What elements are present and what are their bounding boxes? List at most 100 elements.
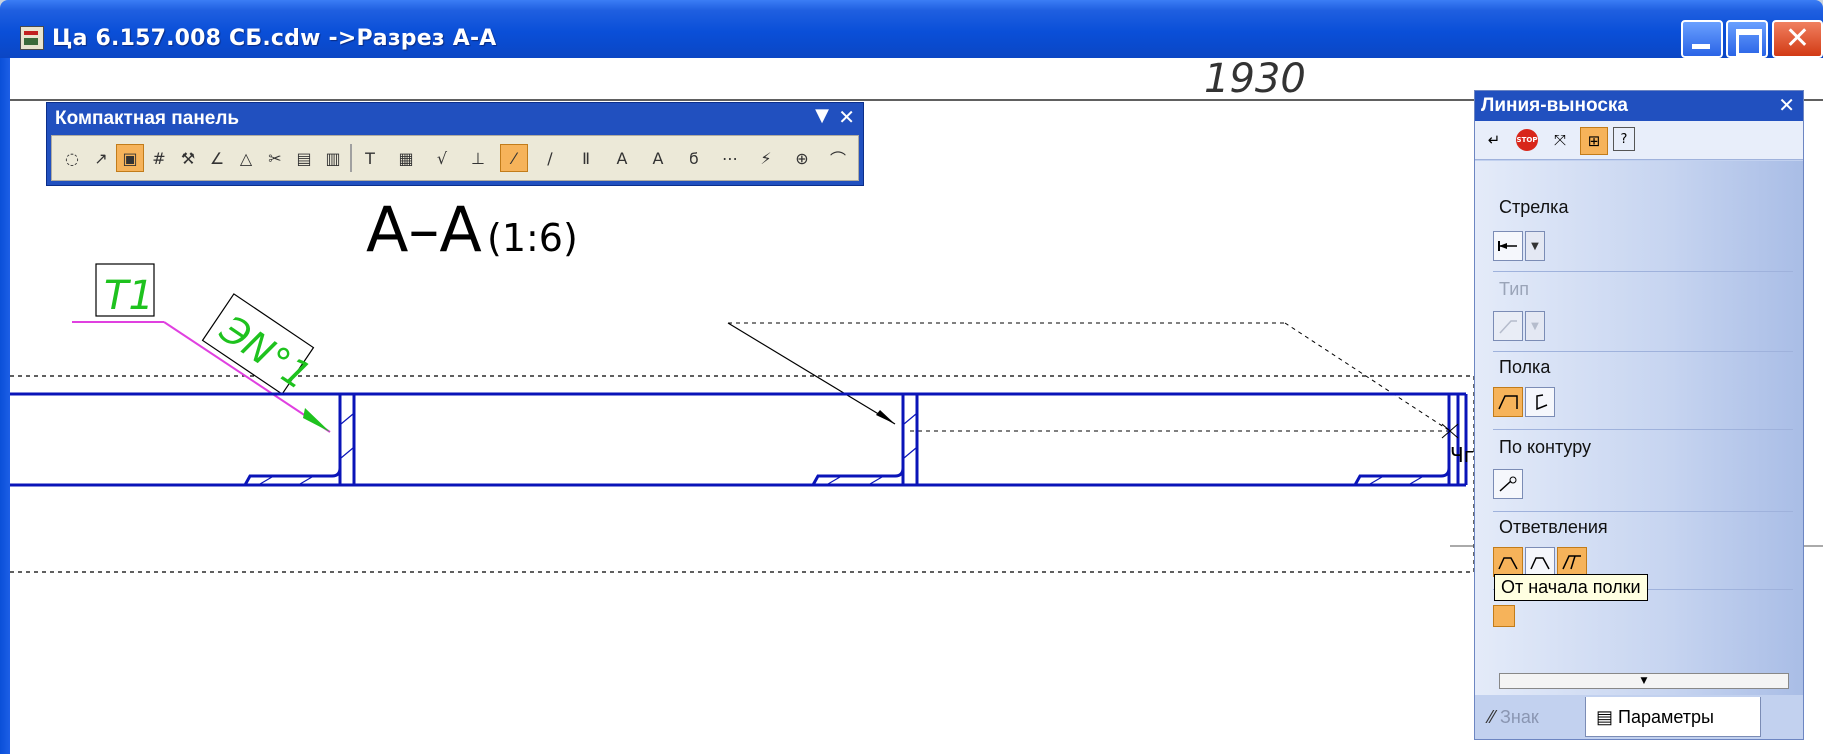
tab-sign-label: Знак bbox=[1500, 707, 1539, 727]
branches-label: Ответвления bbox=[1499, 517, 1608, 537]
roughness-icon[interactable]: √ bbox=[428, 144, 456, 172]
shelf-start-button[interactable] bbox=[1493, 605, 1515, 627]
text-icon[interactable]: T bbox=[356, 144, 384, 172]
parameters-tab-icon: ▤ bbox=[1596, 707, 1619, 727]
compact-panel-title: Компактная панель bbox=[55, 108, 240, 129]
tab-sign[interactable]: ⁄⁄ Знак bbox=[1479, 697, 1583, 737]
branch-button-2[interactable] bbox=[1525, 547, 1555, 577]
shelf-right-icon bbox=[1498, 395, 1518, 410]
close-button[interactable]: ✕ bbox=[1772, 20, 1823, 58]
snap-icon[interactable]: ⤧ bbox=[1547, 127, 1573, 153]
designations-icon[interactable]: ▣ bbox=[116, 144, 144, 172]
divider bbox=[1493, 429, 1793, 430]
divider bbox=[1493, 351, 1793, 352]
sign-tab-icon: ⁄⁄ bbox=[1489, 707, 1501, 727]
properties-title: Линия-выноска bbox=[1481, 95, 1628, 116]
selection-outline bbox=[10, 375, 1475, 573]
divider bbox=[1493, 271, 1793, 272]
geometry-icon[interactable]: ◌ bbox=[58, 144, 86, 172]
branch-icon-1 bbox=[1498, 557, 1518, 570]
angle-profile-1 bbox=[243, 394, 356, 486]
arrow-style-icon bbox=[1498, 241, 1517, 251]
divider bbox=[1493, 511, 1793, 512]
auto-create-icon[interactable]: ⊞ bbox=[1580, 127, 1608, 155]
contour-button[interactable] bbox=[1493, 469, 1523, 499]
leader-arrow bbox=[876, 410, 895, 424]
properties-toolbar: ↵ STOP ⤧ ⊞? bbox=[1475, 121, 1803, 160]
type-label: Тип bbox=[1499, 279, 1530, 299]
leader-line-icon[interactable]: ⁄ bbox=[500, 144, 528, 172]
panel-menu-icon[interactable]: ▼ bbox=[815, 105, 829, 126]
leader-line bbox=[727, 322, 896, 425]
hatch-marks bbox=[259, 413, 1423, 485]
window-frame-left bbox=[0, 58, 10, 754]
arrow-view-icon[interactable]: A bbox=[608, 144, 636, 172]
angle-profile-3 bbox=[1353, 394, 1460, 486]
weld-arrow bbox=[303, 408, 330, 432]
arc-icon[interactable]: ⌒ bbox=[824, 144, 852, 172]
branch-icon-2 bbox=[1530, 557, 1550, 570]
stop-icon[interactable]: STOP bbox=[1514, 127, 1540, 153]
title-bar[interactable]: Ца 6.157.008 СБ.cdw ->Разрез А-А ✕ bbox=[0, 0, 1823, 58]
toolbar-separator bbox=[350, 144, 352, 172]
marker-t1-text: Т1 bbox=[104, 273, 154, 319]
type-button[interactable] bbox=[1493, 311, 1523, 341]
shelf-left-button[interactable] bbox=[1525, 387, 1555, 417]
parametrization-icon[interactable]: ⚒ bbox=[174, 144, 202, 172]
arrow-style-button[interactable] bbox=[1493, 231, 1523, 261]
contour-icon bbox=[1499, 476, 1517, 492]
type-icon bbox=[1499, 320, 1517, 334]
tooltip: От начала полки bbox=[1494, 574, 1648, 601]
app-window: Ца 6.157.008 СБ.cdw ->Разрез А-А ✕ 1930 … bbox=[0, 0, 1823, 754]
panel-scroll-button[interactable]: ▼ bbox=[1499, 673, 1789, 689]
properties-header[interactable]: Линия-выноска ✕ bbox=[1475, 91, 1803, 121]
contour-label: По контуру bbox=[1499, 437, 1592, 457]
close-icon: ✕ bbox=[1784, 21, 1811, 56]
create-object-icon[interactable]: ↵ bbox=[1481, 127, 1507, 153]
remote-element-icon[interactable]: ϭ bbox=[680, 144, 708, 172]
base-icon[interactable]: ⊥ bbox=[464, 144, 492, 172]
tab-parameters-label: Параметры bbox=[1618, 707, 1714, 727]
minimize-icon bbox=[1692, 44, 1710, 49]
maximize-button[interactable] bbox=[1726, 20, 1768, 58]
compact-panel[interactable]: Компактная панель ▼ ✕ ◌ ↗ ▣ # ⚒ ∠ △ ✂ ▤ ▥ T ▦ √ ⊥ ⁄ ∕ Ⅱ A… bbox=[46, 102, 864, 186]
spec-icon[interactable]: ▤ bbox=[290, 144, 318, 172]
associative-view-icon[interactable]: ✂ bbox=[261, 144, 289, 172]
angle-profile-2 bbox=[811, 394, 919, 486]
properties-tabs: ⁄⁄ Знак ▤ Параметры bbox=[1475, 695, 1803, 739]
shelf-right-button[interactable] bbox=[1493, 387, 1523, 417]
section-label: А–А bbox=[366, 193, 482, 266]
measure-icon[interactable]: ∠ bbox=[203, 144, 231, 172]
dimensions-icon[interactable]: ↗ bbox=[87, 144, 115, 172]
tolerance-icon[interactable]: ∕ bbox=[536, 144, 564, 172]
arrow-style-dropdown[interactable]: ▼ bbox=[1525, 231, 1545, 261]
window-title: Ца 6.157.008 СБ.cdw ->Разрез А-А bbox=[52, 26, 497, 51]
cut-line-icon[interactable]: Ⅱ bbox=[572, 144, 600, 172]
weld-marker[interactable]: ЭN°1 bbox=[201, 293, 324, 401]
select-icon[interactable]: △ bbox=[232, 144, 260, 172]
shelf-left-icon bbox=[1536, 394, 1548, 411]
axis-line-icon[interactable]: ⋯ bbox=[716, 144, 744, 172]
help-icon[interactable]: ? bbox=[1613, 127, 1635, 151]
minimize-button[interactable] bbox=[1681, 20, 1723, 58]
center-mark-icon[interactable]: ⊕ bbox=[788, 144, 816, 172]
tab-parameters[interactable]: ▤ Параметры bbox=[1585, 697, 1761, 737]
reports-icon[interactable]: ▥ bbox=[319, 144, 347, 172]
properties-body: Стрелка ▼ Тип ▼ Полка По контуру Ответвл… bbox=[1475, 161, 1803, 695]
type-dropdown[interactable]: ▼ bbox=[1525, 311, 1545, 341]
compact-toolbar: ◌ ↗ ▣ # ⚒ ∠ △ ✂ ▤ ▥ T ▦ √ ⊥ ⁄ ∕ Ⅱ A Aϭ ⋯ ⚡ ⊕ ⌒ bbox=[51, 135, 859, 181]
properties-panel[interactable]: Линия-выноска ✕ ↵ STOP ⤧ ⊞? Стрелка ▼ Тип ▼… bbox=[1474, 90, 1804, 740]
wave-line-icon[interactable]: ⚡ bbox=[752, 144, 780, 172]
document-icon[interactable] bbox=[20, 26, 44, 50]
properties-close-icon[interactable]: ✕ bbox=[1778, 93, 1795, 117]
leader-preview-line bbox=[1284, 322, 1451, 432]
dimension-fragment: 1930 bbox=[1204, 58, 1306, 102]
view-arrow-icon[interactable]: A bbox=[644, 144, 672, 172]
branch-button-1[interactable] bbox=[1493, 547, 1523, 577]
edit-icon[interactable]: # bbox=[145, 144, 173, 172]
maximize-icon bbox=[1736, 29, 1762, 56]
branch-button-3[interactable] bbox=[1557, 547, 1587, 577]
table-icon[interactable]: ▦ bbox=[392, 144, 420, 172]
panel-close-icon[interactable]: ✕ bbox=[838, 105, 855, 129]
compact-panel-header[interactable]: Компактная панель ▼ ✕ bbox=[47, 103, 863, 135]
